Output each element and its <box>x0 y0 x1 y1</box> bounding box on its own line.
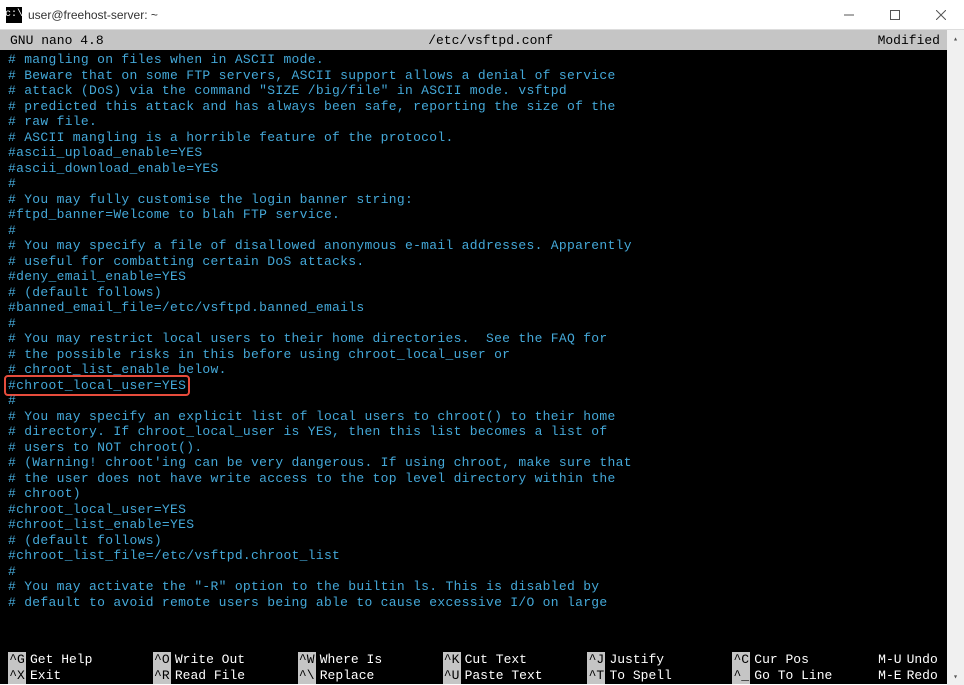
shortcut-key: ^_ <box>732 668 750 684</box>
editor-line: # (default follows) <box>8 285 956 301</box>
editor-line: # <box>8 176 956 192</box>
editor-line: # directory. If chroot_local_user is YES… <box>8 424 956 440</box>
shortcut-item: M-E Redo <box>877 668 956 684</box>
shortcut-item: ^CCur Pos <box>732 652 877 668</box>
shortcut-key: ^J <box>587 652 605 668</box>
nano-filename: /etc/vsftpd.conf <box>104 33 878 48</box>
shortcut-label: To Spell <box>609 668 671 684</box>
nano-header: GNU nano 4.8 /etc/vsftpd.conf Modified <box>0 30 964 50</box>
shortcut-label: Write Out <box>175 652 245 668</box>
shortcut-item: ^GGet Help <box>8 652 153 668</box>
shortcut-item: ^\Replace <box>298 668 443 684</box>
shortcut-key: ^C <box>732 652 750 668</box>
shortcut-key: ^U <box>443 668 461 684</box>
shortcut-label: Get Help <box>30 652 92 668</box>
editor-line: # predicted this attack and has always b… <box>8 99 956 115</box>
shortcut-item: ^OWrite Out <box>153 652 298 668</box>
shortcut-key: ^T <box>587 668 605 684</box>
nano-modified-status: Modified <box>878 33 940 48</box>
shortcut-label: Go To Line <box>754 668 832 684</box>
window-controls <box>826 0 964 30</box>
editor-line: #ascii_upload_enable=YES <box>8 145 956 161</box>
editor-line: # the user does not have write access to… <box>8 471 956 487</box>
editor-line: #chroot_list_file=/etc/vsftpd.chroot_lis… <box>8 548 956 564</box>
shortcut-item: ^UPaste Text <box>443 668 588 684</box>
minimize-icon <box>844 10 854 20</box>
editor-line: # default to avoid remote users being ab… <box>8 595 956 611</box>
editor-line: # mangling on files when in ASCII mode. <box>8 52 956 68</box>
editor-content[interactable]: # mangling on files when in ASCII mode.#… <box>0 50 964 646</box>
shortcut-item: ^XExit <box>8 668 153 684</box>
shortcut-bar: ^GGet Help^OWrite Out^WWhere Is^KCut Tex… <box>0 646 964 684</box>
nano-version: GNU nano 4.8 <box>10 33 104 48</box>
shortcut-label: Redo <box>907 668 938 684</box>
shortcut-label: Justify <box>609 652 664 668</box>
editor-line: # You may activate the "-R" option to th… <box>8 579 956 595</box>
editor-line: # <box>8 223 956 239</box>
shortcut-key: ^O <box>153 652 171 668</box>
editor-line: # ASCII mangling is a horrible feature o… <box>8 130 956 146</box>
editor-line: #deny_email_enable=YES <box>8 269 956 285</box>
editor-line: # You may specify a file of disallowed a… <box>8 238 956 254</box>
terminal-icon: c:\ <box>6 7 22 23</box>
titlebar-left: c:\ user@freehost-server: ~ <box>6 7 158 23</box>
scrollbar[interactable]: ▴ ▾ <box>947 30 964 685</box>
editor-line: #chroot_local_user=YES <box>8 502 956 518</box>
editor-line: # You may fully customise the login bann… <box>8 192 956 208</box>
editor-line: # Beware that on some FTP servers, ASCII… <box>8 68 956 84</box>
shortcut-key: ^W <box>298 652 316 668</box>
close-icon <box>936 10 946 20</box>
editor-line: #banned_email_file=/etc/vsftpd.banned_em… <box>8 300 956 316</box>
shortcut-key: ^G <box>8 652 26 668</box>
shortcut-key: ^K <box>443 652 461 668</box>
shortcut-label: Undo <box>907 652 938 668</box>
editor-line: # raw file. <box>8 114 956 130</box>
shortcut-label: Where Is <box>320 652 382 668</box>
editor-line: #chroot_list_enable=YES <box>8 517 956 533</box>
shortcut-key: M-E <box>877 668 902 684</box>
minimize-button[interactable] <box>826 0 872 30</box>
shortcut-key: ^\ <box>298 668 316 684</box>
shortcut-label: Read File <box>175 668 245 684</box>
scrollbar-down-button[interactable]: ▾ <box>947 668 964 685</box>
editor-line: #ftpd_banner=Welcome to blah FTP service… <box>8 207 956 223</box>
shortcut-key: M-U <box>877 652 902 668</box>
editor-line: # You may restrict local users to their … <box>8 331 956 347</box>
shortcut-item: ^TTo Spell <box>587 668 732 684</box>
window-title: user@freehost-server: ~ <box>28 8 158 22</box>
editor-line: #ascii_download_enable=YES <box>8 161 956 177</box>
close-button[interactable] <box>918 0 964 30</box>
shortcut-label: Cut Text <box>465 652 527 668</box>
shortcut-item: ^_Go To Line <box>732 668 877 684</box>
editor-line: # <box>8 316 956 332</box>
shortcut-item: ^WWhere Is <box>298 652 443 668</box>
shortcut-label: Paste Text <box>465 668 543 684</box>
editor-line: # You may specify an explicit list of lo… <box>8 409 956 425</box>
editor-line: # (default follows) <box>8 533 956 549</box>
editor-line: # users to NOT chroot(). <box>8 440 956 456</box>
shortcut-item: ^JJustify <box>587 652 732 668</box>
editor-line: # (Warning! chroot'ing can be very dange… <box>8 455 956 471</box>
highlighted-line: #chroot_local_user=YES <box>4 375 190 397</box>
shortcut-row-2: ^XExit^RRead File^\Replace^UPaste Text^T… <box>8 668 956 684</box>
scrollbar-up-button[interactable]: ▴ <box>947 30 964 47</box>
editor-line: # <box>8 564 956 580</box>
shortcut-label: Replace <box>320 668 375 684</box>
editor-line: # the possible risks in this before usin… <box>8 347 956 363</box>
shortcut-item: ^KCut Text <box>443 652 588 668</box>
shortcut-key: ^R <box>153 668 171 684</box>
shortcut-item: ^RRead File <box>153 668 298 684</box>
maximize-button[interactable] <box>872 0 918 30</box>
scrollbar-track[interactable] <box>947 47 964 668</box>
shortcut-key: ^X <box>8 668 26 684</box>
shortcut-item: M-U Undo <box>877 652 956 668</box>
editor-line: # chroot) <box>8 486 956 502</box>
editor-line: # useful for combatting certain DoS atta… <box>8 254 956 270</box>
shortcut-label: Cur Pos <box>754 652 809 668</box>
window-titlebar: c:\ user@freehost-server: ~ <box>0 0 964 30</box>
shortcut-label: Exit <box>30 668 61 684</box>
shortcut-row-1: ^GGet Help^OWrite Out^WWhere Is^KCut Tex… <box>8 652 956 668</box>
maximize-icon <box>890 10 900 20</box>
editor-line: # attack (DoS) via the command "SIZE /bi… <box>8 83 956 99</box>
